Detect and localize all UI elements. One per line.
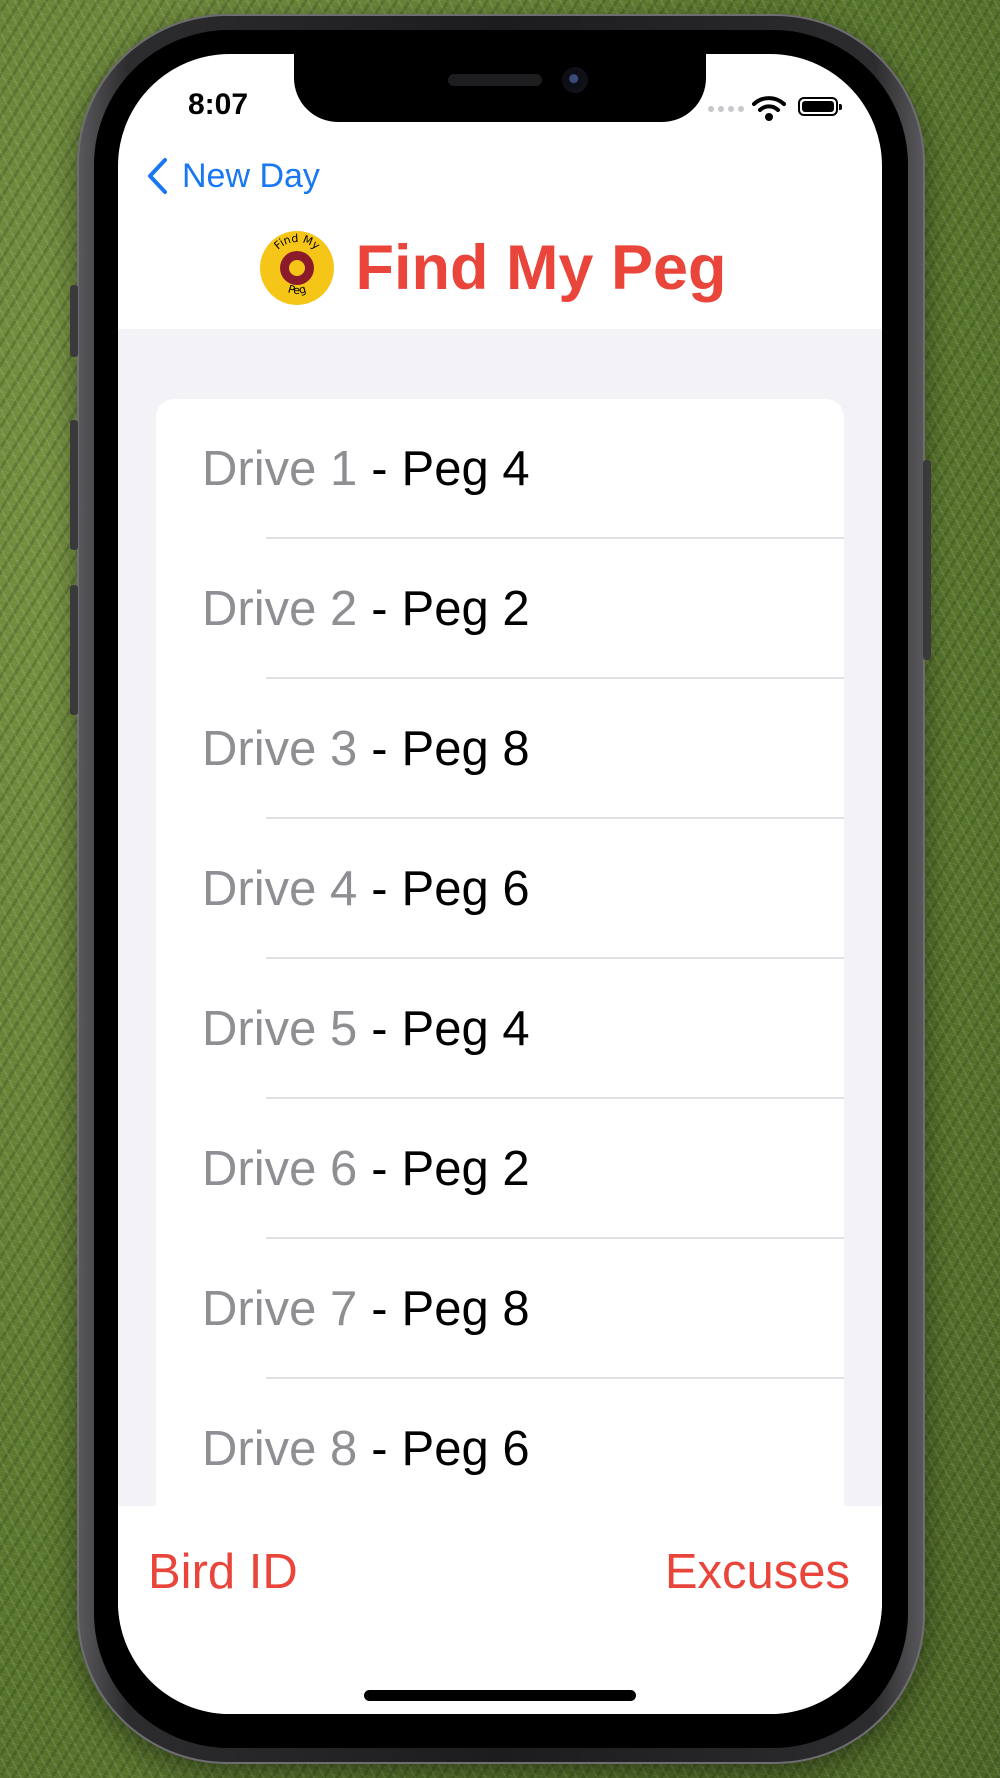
svg-text:Peg: Peg [287,283,308,297]
back-button[interactable]: New Day [146,154,320,198]
list-item[interactable]: Drive 3 - Peg 8 [156,679,844,819]
volume-up-button [70,420,78,550]
mute-switch [70,285,78,357]
power-button [923,460,931,660]
app-logo-icon: Find My Peg [260,231,335,305]
peg-label: Peg 4 [401,442,530,496]
drive-label: Drive 5 [202,1002,358,1056]
peg-label: Peg 2 [401,582,530,636]
row-separator: - [371,442,388,496]
earpiece-speaker [448,74,542,86]
app-header: Find My Peg Find My Peg [118,230,882,306]
back-chevron-icon [148,158,167,194]
drive-label: Drive 8 [202,1422,358,1476]
row-separator: - [371,722,388,776]
drive-label: Drive 7 [202,1282,358,1336]
row-separator: - [371,1142,388,1196]
list-item[interactable]: Drive 8 - Peg 6 [156,1379,844,1519]
peg-label: Peg 6 [401,862,530,916]
drive-label: Drive 2 [202,582,358,636]
phone-screen: 8:07 New Day Find My Peg Find My Peg Dri… [118,54,882,1714]
battery-icon [798,97,842,116]
peg-label: Peg 8 [401,1282,530,1336]
list-item[interactable]: Drive 2 - Peg 2 [156,539,844,679]
row-separator: - [371,1002,388,1056]
list-item[interactable]: Drive 6 - Peg 2 [156,1099,844,1239]
row-separator: - [371,862,388,916]
drive-label: Drive 3 [202,722,358,776]
status-time: 8:07 [188,88,249,121]
peg-label: Peg 8 [401,722,530,776]
peg-label: Peg 6 [401,1422,530,1476]
drive-label: Drive 1 [202,442,358,496]
drive-list: Drive 1 - Peg 4 Drive 2 - Peg 2 Drive 3 … [156,399,844,1599]
list-item[interactable]: Drive 7 - Peg 8 [156,1239,844,1379]
list-item[interactable]: Drive 5 - Peg 4 [156,959,844,1099]
front-camera [562,67,588,93]
list-item[interactable]: Drive 4 - Peg 6 [156,819,844,959]
drive-label: Drive 4 [202,862,358,916]
home-indicator[interactable] [364,1690,636,1701]
back-button-label: New Day [182,156,320,195]
row-separator: - [371,1422,388,1476]
volume-down-button [70,585,78,715]
peg-label: Peg 4 [401,1002,530,1056]
notch [294,54,706,122]
row-separator: - [371,1282,388,1336]
bottom-toolbar: Bird ID Excuses [118,1506,882,1714]
drive-list-area: Drive 1 - Peg 4 Drive 2 - Peg 2 Drive 3 … [118,329,882,1599]
app-title: Find My Peg [355,233,727,303]
row-separator: - [371,582,388,636]
excuses-button[interactable]: Excuses [665,1544,850,1600]
wifi-icon [752,96,786,121]
drive-label: Drive 6 [202,1142,358,1196]
signal-icon [708,106,744,114]
bird-id-button[interactable]: Bird ID [148,1544,298,1600]
logo-text-bottom: Peg [287,283,308,297]
list-item[interactable]: Drive 1 - Peg 4 [156,399,844,539]
peg-label: Peg 2 [401,1142,530,1196]
